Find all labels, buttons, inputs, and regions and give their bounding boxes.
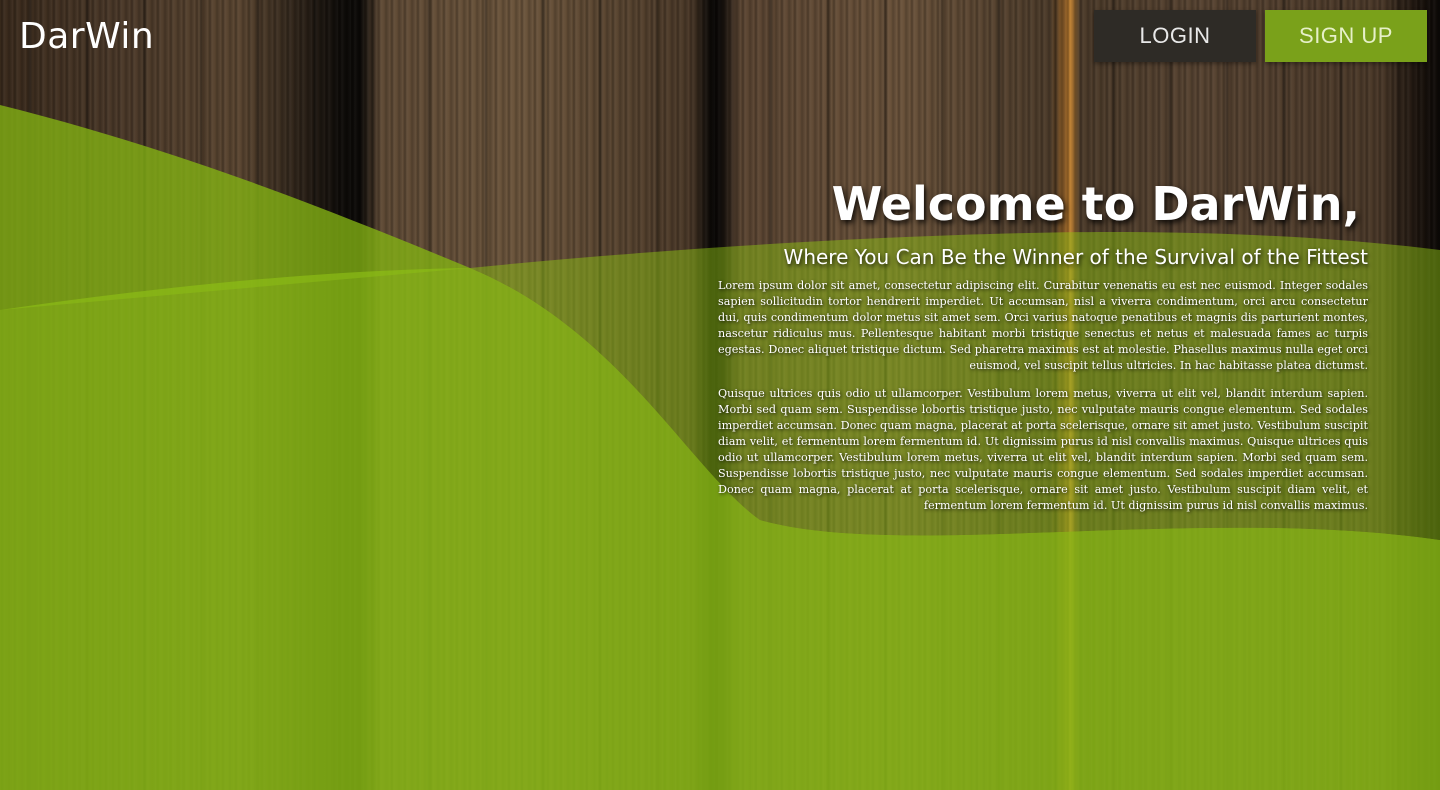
hero-section: Welcome to DarWin, Where You Can Be the … (718, 172, 1368, 514)
brand-logo-link[interactable]: DarWin (19, 16, 154, 57)
navbar: DarWin LOGIN SIGN UP (0, 0, 1440, 80)
hero-subtitle: Where You Can Be the Winner of the Survi… (783, 245, 1368, 269)
signup-button[interactable]: SIGN UP (1265, 10, 1427, 62)
hero-paragraph-1: Lorem ipsum dolor sit amet, consectetur … (718, 279, 1368, 372)
hero-paragraph-2: Quisque ultrices quis odio ut ullamcorpe… (718, 387, 1368, 512)
hero-title: Welcome to DarWin, (831, 177, 1360, 231)
login-button[interactable]: LOGIN (1094, 10, 1256, 62)
